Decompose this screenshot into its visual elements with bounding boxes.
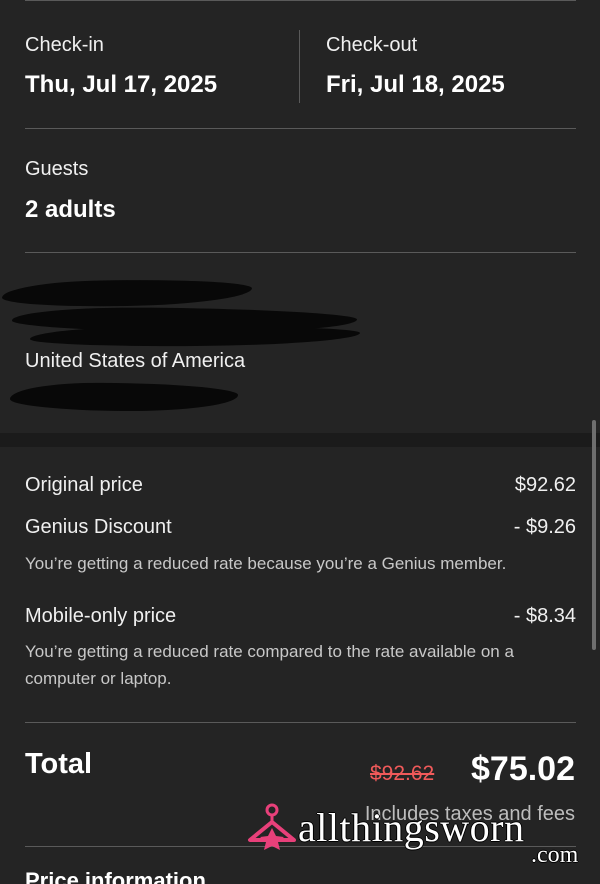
- original-price-label: Original price: [25, 474, 143, 496]
- genius-discount-amount: - $9.26: [513, 516, 576, 538]
- divider: [25, 252, 576, 253]
- watermark-suffix: .com: [531, 842, 579, 868]
- watermark: allthingsworn .com: [246, 800, 596, 870]
- checkin-date: Thu, Jul 17, 2025: [25, 71, 218, 98]
- address-country: United States of America: [25, 350, 246, 372]
- divider: [25, 128, 576, 129]
- mobile-price-note: You’re getting a reduced rate compared t…: [25, 642, 514, 688]
- original-price-amount: $92.62: [514, 474, 576, 496]
- section-separator: [0, 433, 600, 447]
- vertical-divider: [299, 30, 300, 103]
- genius-discount-note: You’re getting a reduced rate because yo…: [25, 554, 507, 573]
- divider: [25, 0, 576, 1]
- guests-label: Guests: [25, 158, 89, 180]
- genius-discount-row: Genius Discount - $9.26: [25, 516, 576, 539]
- guests-value: 2 adults: [25, 196, 116, 223]
- booking-summary-page: Check-in Thu, Jul 17, 2025 Check-out Fri…: [0, 0, 600, 884]
- hanger-icon: [248, 803, 296, 850]
- mobile-price-amount: - $8.34: [513, 605, 576, 627]
- checkin-label: Check-in: [25, 34, 104, 56]
- original-price-row: Original price $92.62: [25, 474, 576, 497]
- scrollbar[interactable]: [592, 420, 596, 650]
- divider: [25, 722, 576, 723]
- mobile-price-row: Mobile-only price - $8.34: [25, 605, 576, 628]
- mobile-price-label: Mobile-only price: [25, 605, 177, 627]
- total-original-price: $92.62: [370, 762, 435, 785]
- checkout-label: Check-out: [326, 34, 418, 56]
- total-amount: $75.02: [471, 750, 575, 788]
- price-information-heading[interactable]: Price information: [25, 868, 206, 884]
- genius-discount-label: Genius Discount: [25, 516, 172, 538]
- checkout-date: Fri, Jul 18, 2025: [326, 71, 505, 98]
- total-label: Total: [25, 748, 93, 780]
- watermark-text: allthingsworn: [298, 805, 525, 850]
